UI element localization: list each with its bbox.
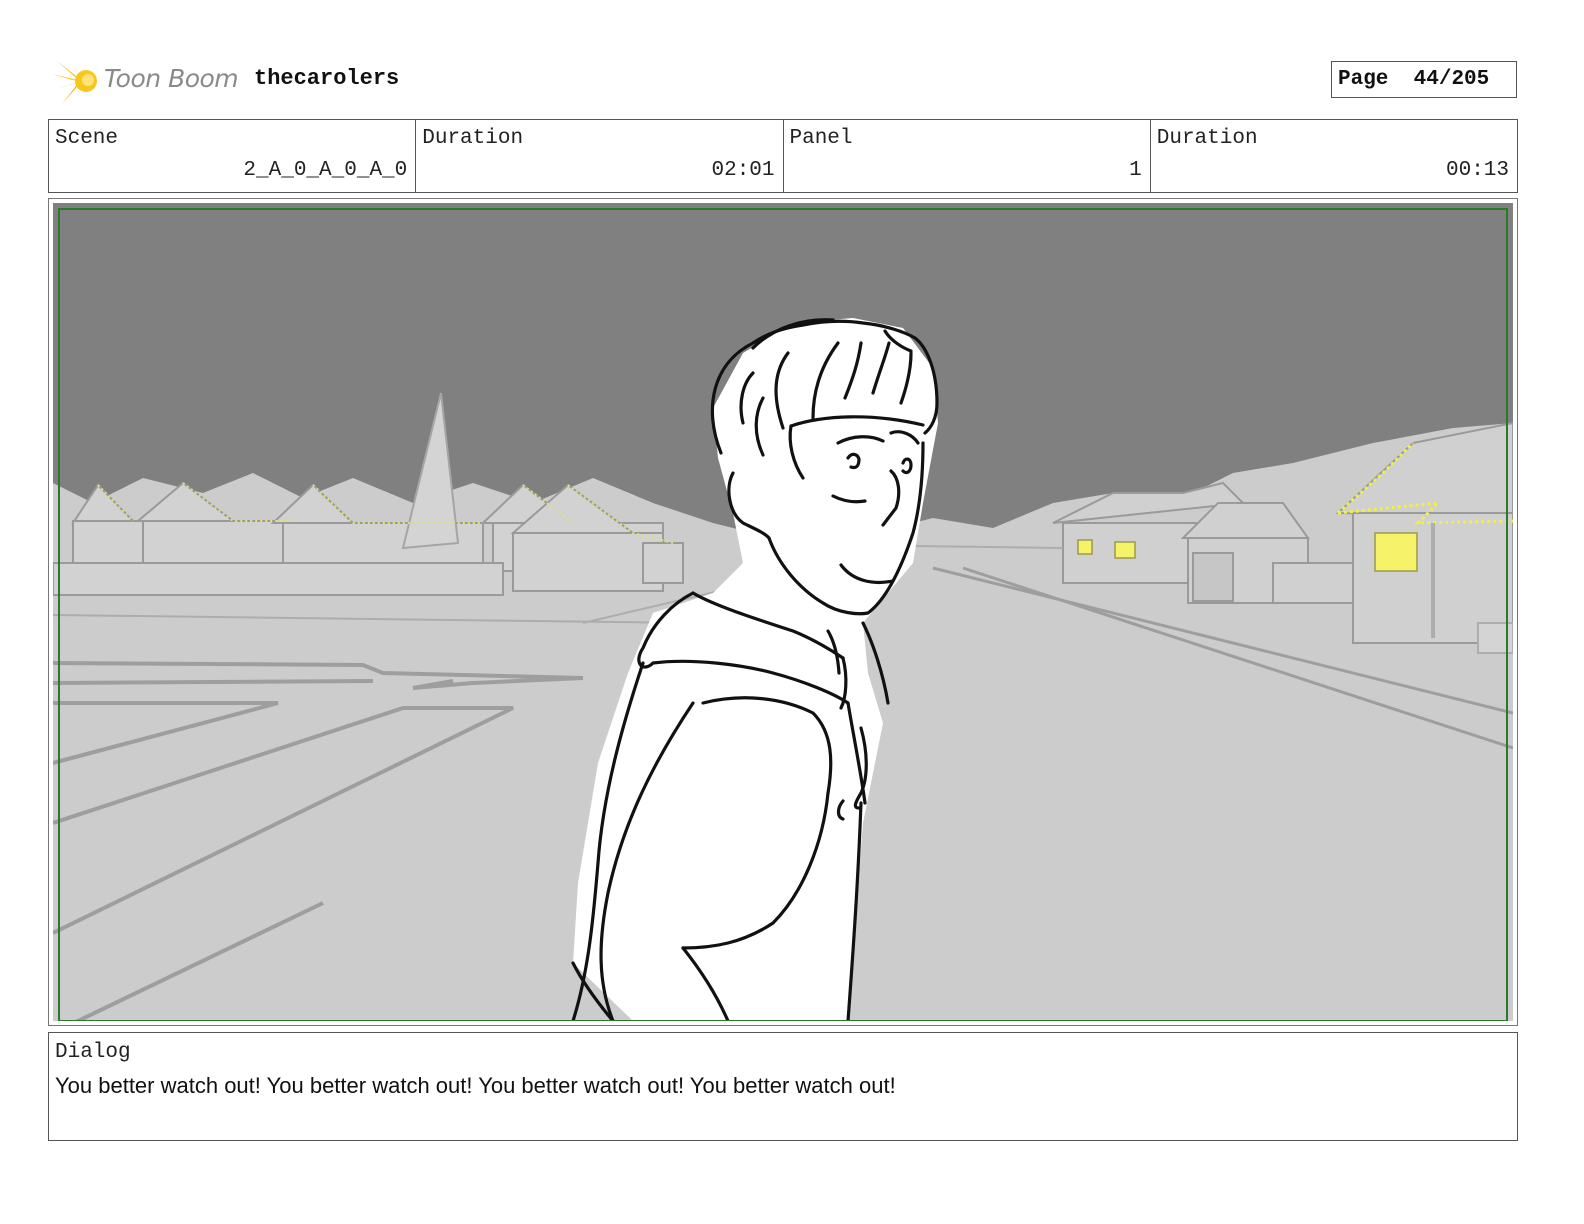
starburst-icon [52,58,97,104]
page-indicator: Page 44/205 [1331,61,1517,98]
dialog-box: Dialog You better watch out! You better … [48,1032,1518,1141]
panel-duration-cell: Duration 00:13 [1151,120,1517,192]
panel-duration-label: Duration [1156,127,1258,150]
panel-image-frame [48,198,1518,1026]
panel-value: 1 [1129,159,1142,182]
page-label: Page [1338,68,1389,91]
scene-cell: Scene 2_A_0_A_0_A_0 [49,120,417,192]
panel-duration-value: 00:13 [1445,159,1509,182]
dialog-label: Dialog [55,1041,131,1064]
scene-value: 2_A_0_A_0_A_0 [243,159,408,182]
panel-label: Panel [789,127,853,150]
page-number: 44/205 [1413,68,1490,91]
storyboard-drawing [53,203,1513,1021]
logo-wordmark: Toon Boom [104,64,239,93]
scene-label: Scene [55,127,119,150]
scene-duration-value: 02:01 [711,159,775,182]
scene-duration-cell: Duration 02:01 [416,120,784,192]
panel-cell: Panel 1 [784,120,1151,192]
project-title: thecarolers [254,66,400,91]
scene-info-table: Scene 2_A_0_A_0_A_0 Duration 02:01 Panel… [48,119,1518,193]
dialog-text: You better watch out! You better watch o… [55,1073,896,1098]
scene-duration-label: Duration [422,127,524,150]
